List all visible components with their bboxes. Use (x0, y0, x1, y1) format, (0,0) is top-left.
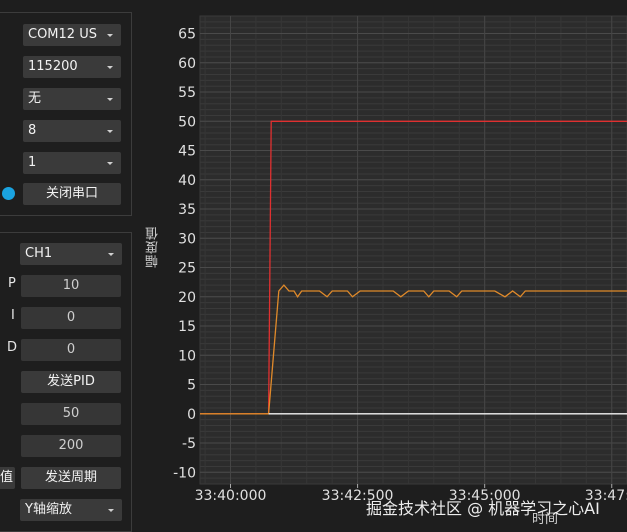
y-tick-label: 50 (178, 114, 196, 130)
y-tick-label: 20 (178, 290, 196, 306)
y-tick-label: 15 (178, 319, 196, 335)
y-tick-label: 25 (178, 261, 196, 277)
y-tick-layer: 65605550454035302520151050-5-10 (173, 27, 196, 482)
y-tick-label: 5 (187, 378, 196, 394)
y-tick-label: 45 (178, 144, 196, 160)
waveform-chart[interactable]: 65605550454035302520151050-5-10 33:40:00… (0, 0, 627, 531)
y-tick-label: 40 (178, 173, 196, 189)
y-tick-label: 30 (178, 231, 196, 247)
y-tick-label: -10 (173, 465, 196, 481)
y-tick-label: 10 (178, 348, 196, 364)
watermark-text: 掘金技术社区 @ 机器学习之心AI (366, 499, 600, 518)
y-tick-label: 0 (187, 407, 196, 423)
y-tick-label: 60 (178, 56, 196, 72)
y-tick-label: 65 (178, 27, 196, 43)
y-tick-label: 55 (178, 85, 196, 101)
x-tick-label: 33:40:000 (195, 488, 267, 504)
y-tick-label: 35 (178, 202, 196, 218)
y-tick-label: -5 (182, 436, 196, 452)
